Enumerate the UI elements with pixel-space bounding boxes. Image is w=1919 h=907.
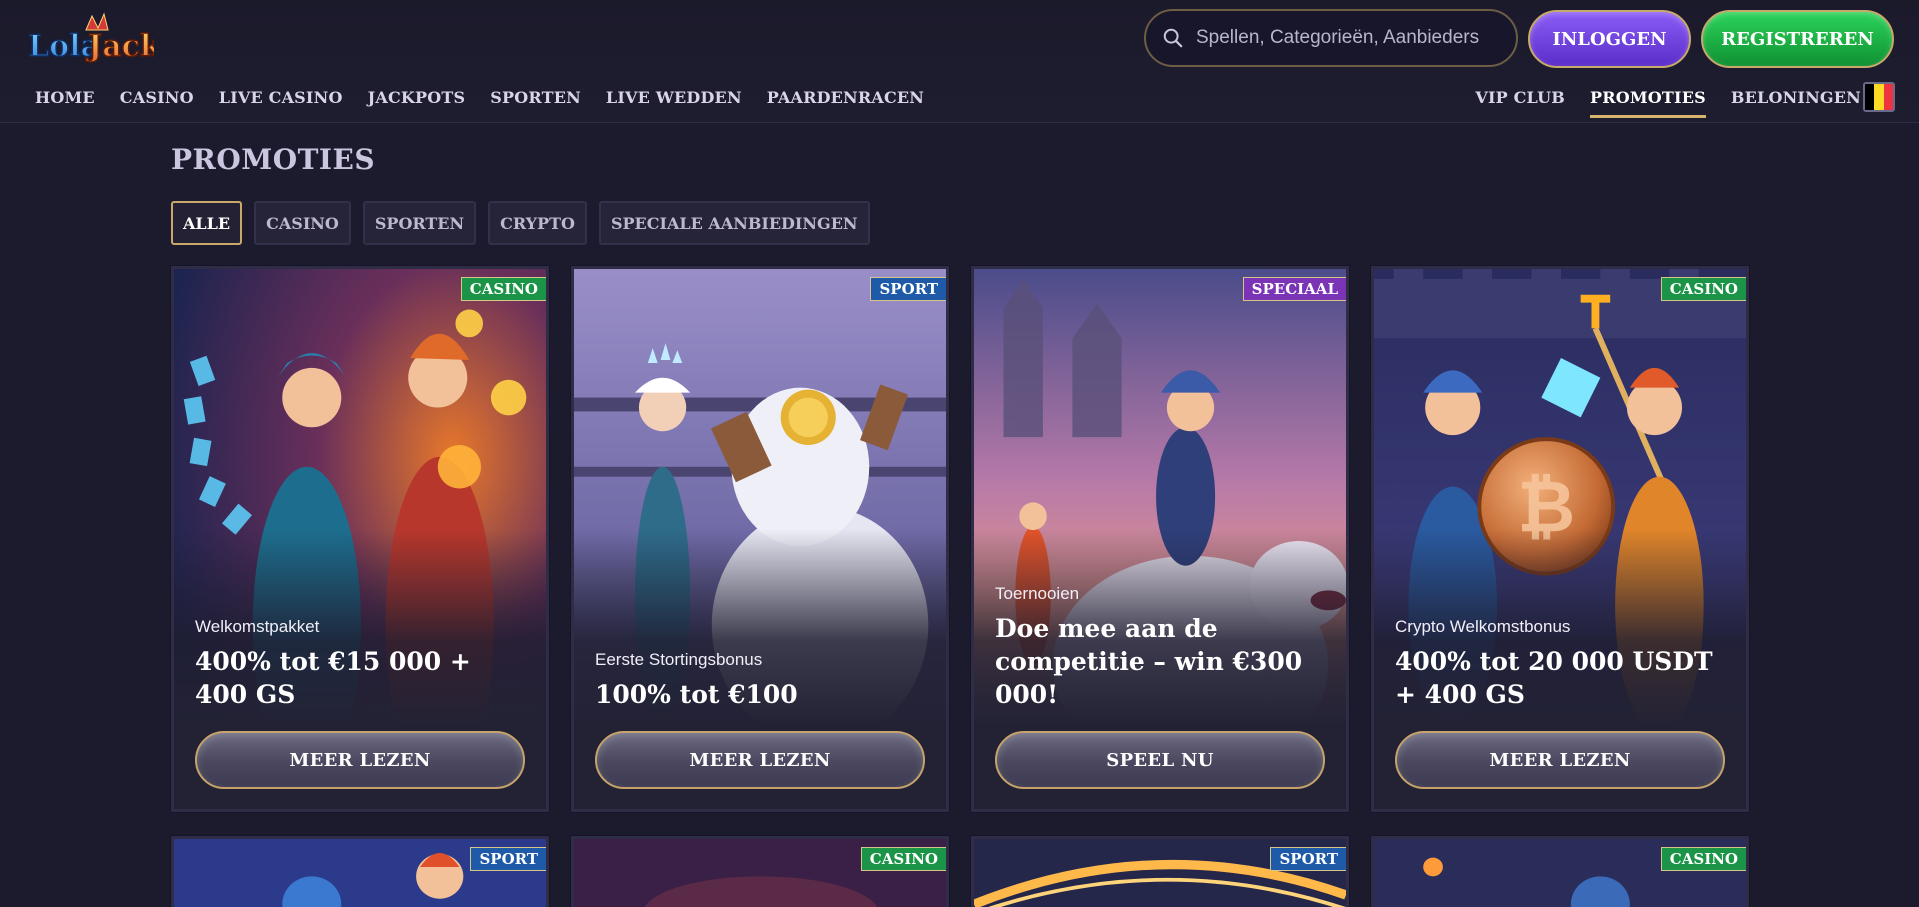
promo-card[interactable]: SPECIAAL Toernooien Doe mee aan de compe… xyxy=(971,266,1349,812)
category-badge: CASINO xyxy=(460,277,546,301)
promo-headline: Doe mee aan de competitie – win €300 000… xyxy=(995,614,1303,709)
promo-headline: 100% tot €100 xyxy=(595,680,798,709)
meer-lezen-button[interactable]: MEER LEZEN xyxy=(595,731,925,789)
promo-subtitle: Eerste Stortingsbonus xyxy=(595,650,763,669)
category-badge: CASINO xyxy=(1660,847,1746,871)
promo-card[interactable]: SPORT xyxy=(171,836,549,907)
secondary-nav: VIP CLUB PROMOTIES BELONINGEN xyxy=(1450,88,1861,118)
login-button[interactable]: INLOGGEN xyxy=(1528,10,1691,68)
lolajack-logo[interactable]: Lola Jack xyxy=(26,12,163,66)
filter-crypto[interactable]: CRYPTO xyxy=(488,201,587,245)
promo-info: Eerste Stortingsbonus 100% tot €100 xyxy=(595,650,925,711)
promo-headline: 400% tot 20 000 USDT + 400 GS xyxy=(1395,647,1713,709)
nav-casino[interactable]: CASINO xyxy=(120,88,194,107)
promo-card[interactable]: ₿ CASINO Crypto Welkomstbonus 400% tot 2… xyxy=(1371,266,1749,812)
belgium-flag-icon[interactable] xyxy=(1863,82,1895,112)
nav-live-wedden[interactable]: LIVE WEDDEN xyxy=(606,88,742,107)
search-input[interactable] xyxy=(1196,27,1496,49)
promo-card[interactable]: CASINO xyxy=(571,836,949,907)
category-badge: SPORT xyxy=(470,847,546,871)
category-badge: CASINO xyxy=(860,847,946,871)
filter-alle[interactable]: ALLE xyxy=(171,201,243,245)
nav-promoties[interactable]: PROMOTIES xyxy=(1590,88,1706,118)
search-bar[interactable] xyxy=(1144,9,1518,67)
promotions-grid: CASINO Welkomstpakket 400% tot €15 000 +… xyxy=(171,266,1749,907)
promo-subtitle: Crypto Welkomstbonus xyxy=(1395,617,1571,636)
nav-jackpots[interactable]: JACKPOTS xyxy=(368,88,466,107)
promo-card[interactable]: SPORT xyxy=(971,836,1349,907)
promo-info: Toernooien Doe mee aan de competitie – w… xyxy=(995,584,1325,711)
meer-lezen-button[interactable]: MEER LEZEN xyxy=(1395,731,1725,789)
promo-subtitle: Toernooien xyxy=(995,584,1080,603)
site-header: Lola Jack INLOGGEN REGISTREREN HOME CASI… xyxy=(0,0,1919,123)
filter-casino[interactable]: CASINO xyxy=(254,201,351,245)
svg-text:Jack: Jack xyxy=(85,29,154,64)
promo-headline: 400% tot €15 000 + 400 GS xyxy=(195,647,471,709)
register-button[interactable]: REGISTREREN xyxy=(1701,10,1894,68)
meer-lezen-button[interactable]: MEER LEZEN xyxy=(195,731,525,789)
promo-filter-tabs: ALLE CASINO SPORTEN CRYPTO SPECIALE AANB… xyxy=(171,201,870,245)
filter-sporten[interactable]: SPORTEN xyxy=(362,201,477,245)
category-badge: SPECIAAL xyxy=(1242,277,1346,301)
search-icon xyxy=(1163,28,1183,48)
category-badge: SPORT xyxy=(1270,847,1346,871)
category-badge: SPORT xyxy=(870,277,946,301)
category-badge: CASINO xyxy=(1660,277,1746,301)
promo-info: Crypto Welkomstbonus 400% tot 20 000 USD… xyxy=(1395,617,1725,711)
nav-beloningen[interactable]: BELONINGEN xyxy=(1731,88,1861,107)
promo-subtitle: Welkomstpakket xyxy=(195,617,320,636)
nav-live-casino[interactable]: LIVE CASINO xyxy=(219,88,343,107)
page-title: PROMOTIES xyxy=(171,143,376,176)
main-nav: HOME CASINO LIVE CASINO JACKPOTS SPORTEN… xyxy=(35,88,949,107)
promo-card[interactable]: SPORT Eerste Stortingsbonus 100% tot €10… xyxy=(571,266,949,812)
promo-info: Welkomstpakket 400% tot €15 000 + 400 GS xyxy=(195,617,525,711)
nav-vip-club[interactable]: VIP CLUB xyxy=(1475,88,1565,107)
speel-nu-button[interactable]: SPEEL NU xyxy=(995,731,1325,789)
nav-paardenracen[interactable]: PAARDENRACEN xyxy=(767,88,924,107)
nav-sporten[interactable]: SPORTEN xyxy=(490,88,581,107)
promo-card[interactable]: CASINO Welkomstpakket 400% tot €15 000 +… xyxy=(171,266,549,812)
filter-speciale-aanbiedingen[interactable]: SPECIALE AANBIEDINGEN xyxy=(598,201,870,245)
promo-card[interactable]: CASINO xyxy=(1371,836,1749,907)
nav-home[interactable]: HOME xyxy=(35,88,95,107)
